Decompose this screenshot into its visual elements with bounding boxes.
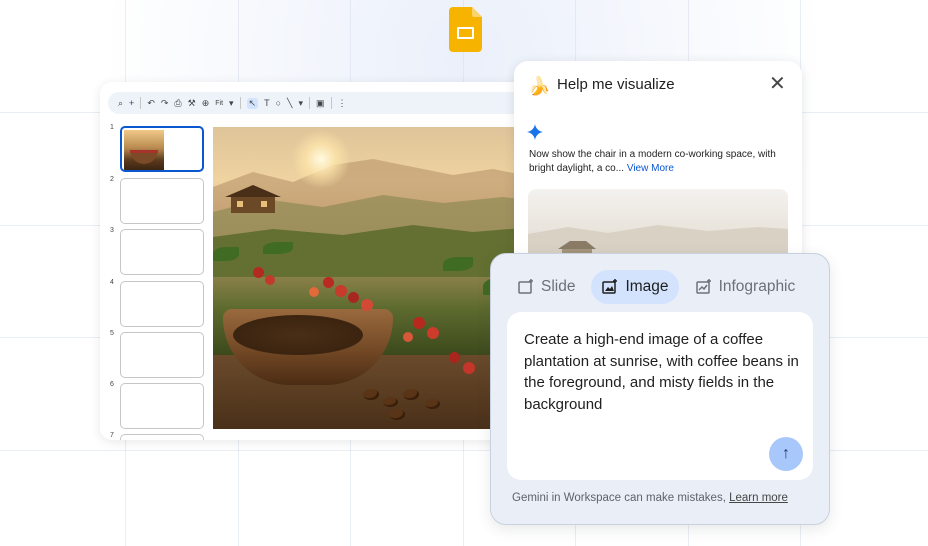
leaf xyxy=(213,247,239,261)
divider xyxy=(330,97,332,109)
divider xyxy=(140,97,142,109)
coffee-cherry xyxy=(348,292,359,303)
leaf xyxy=(443,257,473,271)
coffee-cherry xyxy=(265,275,275,285)
tab-slide[interactable]: Slide xyxy=(507,270,585,304)
leaf xyxy=(263,242,293,254)
coffee-cherry xyxy=(427,327,439,339)
add-icon[interactable]: + xyxy=(129,98,134,108)
bowl-beans xyxy=(233,315,363,355)
slide-number: 7 xyxy=(110,432,114,439)
send-button[interactable]: ↑ xyxy=(769,437,803,471)
coffee-cherry xyxy=(323,277,334,288)
coffee-bean xyxy=(383,397,398,407)
coffee-bean xyxy=(403,389,419,400)
undo-icon[interactable]: ↶ xyxy=(147,98,155,108)
slide-thumbnail-row[interactable]: 1 xyxy=(108,124,208,172)
text-box-icon[interactable]: T xyxy=(264,98,270,108)
previous-prompt: Now show the chair in a modern co-workin… xyxy=(529,148,789,176)
tab-label: Image xyxy=(625,278,669,295)
slides-logo-icon xyxy=(449,7,482,52)
disclaimer: Gemini in Workspace can make mistakes, L… xyxy=(512,492,788,504)
redo-icon[interactable]: ↷ xyxy=(161,98,169,108)
prompt-composer: Slide Image Infographic Create a high-en… xyxy=(490,253,830,525)
view-more-link[interactable]: View More xyxy=(627,163,674,174)
more-vert-icon[interactable]: ⋮ xyxy=(338,98,347,108)
disclaimer-text: Gemini in Workspace can make mistakes, xyxy=(512,492,726,504)
coffee-bean xyxy=(389,409,405,420)
coffee-cherry xyxy=(335,285,347,297)
coffee-bean xyxy=(363,389,379,400)
gemini-sparkle-icon xyxy=(527,124,543,140)
thumbnail-image xyxy=(124,130,164,170)
coffee-cherry xyxy=(463,362,475,374)
slide-number: 1 xyxy=(110,124,114,131)
close-icon[interactable]: ✕ xyxy=(769,74,786,94)
coffee-cherry xyxy=(449,352,460,363)
coffee-cherry xyxy=(403,332,413,342)
line-icon[interactable]: ╲ xyxy=(287,98,292,108)
prompt-input[interactable]: Create a high-end image of a coffee plan… xyxy=(507,312,813,480)
slide-add-icon xyxy=(518,279,533,294)
chevron-down-icon[interactable]: ▾ xyxy=(298,98,303,108)
coffee-bean xyxy=(425,399,440,409)
slide-number: 4 xyxy=(110,279,114,286)
slide-thumbnail-row[interactable]: 7 xyxy=(108,432,208,440)
learn-more-link[interactable]: Learn more xyxy=(729,492,788,504)
shape-icon[interactable]: ○ xyxy=(276,98,281,108)
slide-thumbnail[interactable] xyxy=(120,281,204,327)
divider xyxy=(308,97,310,109)
slide-thumbnail-row[interactable]: 5 xyxy=(108,330,208,378)
print-icon[interactable]: ⎙ xyxy=(174,98,181,108)
filmstrip: 1 2 3 4 5 6 7 xyxy=(108,124,208,440)
slide-number: 3 xyxy=(110,227,114,234)
help-me-visualize-panel: 🍌 Help me visualize ✕ Now show the chair… xyxy=(514,61,802,271)
banana-icon: 🍌 xyxy=(528,76,551,96)
chart-add-icon xyxy=(695,279,711,294)
tab-label: Infographic xyxy=(718,278,796,295)
search-icon[interactable]: ⌕ xyxy=(118,98,123,108)
slide-thumbnail-row[interactable]: 4 xyxy=(108,279,208,327)
coffee-cherry xyxy=(361,299,373,311)
slide-thumbnail-row[interactable]: 2 xyxy=(108,176,208,224)
mode-tabs: Slide Image Infographic xyxy=(507,270,805,304)
slide-thumbnail[interactable] xyxy=(120,126,204,172)
tab-label: Slide xyxy=(541,278,576,295)
comment-add-icon[interactable]: ▣ xyxy=(316,98,325,108)
house-graphic xyxy=(225,185,281,213)
chevron-down-icon[interactable]: ▾ xyxy=(229,98,234,108)
slide-thumbnail[interactable] xyxy=(120,229,204,275)
sun xyxy=(291,129,351,189)
coffee-cherry xyxy=(413,317,425,329)
slide-thumbnail[interactable] xyxy=(120,178,204,224)
image-add-icon xyxy=(602,279,618,294)
slide-thumbnail[interactable] xyxy=(120,332,204,378)
panel-title: Help me visualize xyxy=(557,76,675,93)
slide-thumbnail[interactable] xyxy=(120,434,204,440)
tab-image[interactable]: Image xyxy=(591,270,679,304)
toolbar: ⌕ + ↶ ↷ ⎙ ⚒ ⊕ Fit ▾ ↖ T ○ ╲ ▾ ▣ ⋮ xyxy=(108,92,528,114)
coffee-cherry xyxy=(253,267,264,278)
slides-editor: ⌕ + ↶ ↷ ⎙ ⚒ ⊕ Fit ▾ ↖ T ○ ╲ ▾ ▣ ⋮ 1 2 3 xyxy=(100,82,530,440)
slide-thumbnail-row[interactable]: 3 xyxy=(108,227,208,275)
slide-canvas[interactable] xyxy=(213,127,530,429)
zoom-icon[interactable]: ⊕ xyxy=(202,98,210,108)
slide-number: 2 xyxy=(110,176,114,183)
slide-number: 5 xyxy=(110,330,114,337)
slide-thumbnail[interactable] xyxy=(120,383,204,429)
coffee-cherry xyxy=(309,287,319,297)
zoom-select[interactable]: Fit xyxy=(215,100,223,107)
slide-thumbnail-row[interactable]: 6 xyxy=(108,381,208,429)
prompt-input-text[interactable]: Create a high-end image of a coffee plan… xyxy=(524,329,806,415)
divider xyxy=(239,97,241,109)
slide-number: 6 xyxy=(110,381,114,388)
select-cursor-icon[interactable]: ↖ xyxy=(246,97,259,109)
paint-format-icon[interactable]: ⚒ xyxy=(188,98,196,108)
arrow-up-icon: ↑ xyxy=(782,445,790,462)
tab-infographic[interactable]: Infographic xyxy=(685,270,806,304)
